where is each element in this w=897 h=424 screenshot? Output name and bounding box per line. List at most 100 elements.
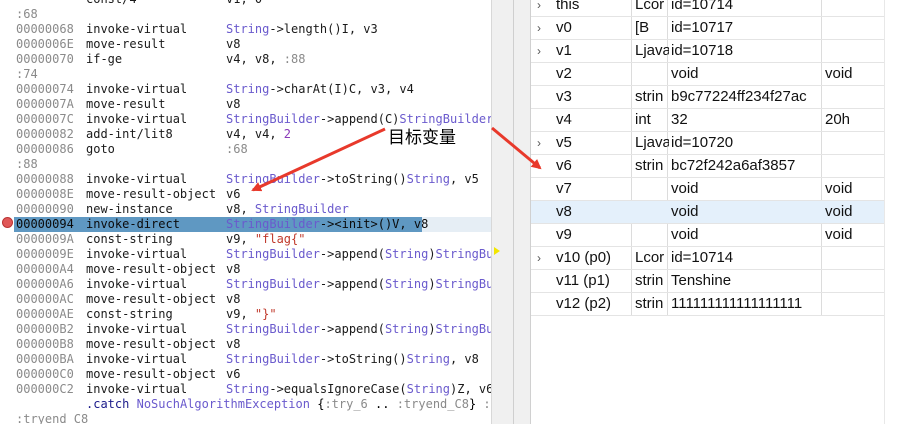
expand-chevron-icon[interactable]: › xyxy=(537,40,549,62)
expand-chevron-icon[interactable]: › xyxy=(537,247,549,269)
code-opcode: invoke-direct xyxy=(86,217,180,231)
variable-row[interactable]: v2 void void xyxy=(531,63,887,86)
variable-row[interactable]: v12 (p2) strin 111111111111111111 xyxy=(531,293,887,316)
code-line[interactable]: 0000007A move-result v8 xyxy=(0,97,491,112)
variable-value: void xyxy=(671,226,699,243)
variable-row[interactable]: › v5 Ljava id=10720 xyxy=(531,132,887,155)
variable-name: v0 xyxy=(556,19,572,36)
variable-row[interactable]: v8 void void xyxy=(531,201,887,224)
code-opcode: invoke-virtual xyxy=(86,322,188,336)
pane-splitter[interactable] xyxy=(491,0,531,424)
code-label-line[interactable]: :74 xyxy=(0,67,491,82)
variable-extra: void xyxy=(825,226,853,243)
code-opcode: new-instance xyxy=(86,202,173,216)
code-opcode: move-result xyxy=(86,37,166,51)
catch-directive: .catch NoSuchAlgorithmException {:try_6 … xyxy=(86,397,491,411)
code-operands: v8 xyxy=(226,97,241,111)
variable-type: Lcor xyxy=(635,0,665,13)
variable-row[interactable]: v3 strin b9c77224ff234f27ac xyxy=(531,86,887,109)
code-line[interactable]: 00000090 new-instance v8, StringBuilder xyxy=(0,202,491,217)
variable-name: v6 xyxy=(556,157,572,174)
variable-name: v8 xyxy=(556,203,572,220)
code-address: 000000BA xyxy=(16,352,74,366)
code-line[interactable]: 000000AE const-string v9, "}" xyxy=(0,307,491,322)
breakpoint-icon[interactable] xyxy=(2,217,13,228)
code-line[interactable]: 000000A4 move-result-object v8 xyxy=(0,262,491,277)
code-line[interactable]: 0000009A const-string v9, "flag{" xyxy=(0,232,491,247)
code-line[interactable]: 00000088 invoke-virtual StringBuilder->toS… xyxy=(0,172,491,187)
code-opcode: invoke-virtual xyxy=(86,82,188,96)
code-line[interactable]: 00000070 if-ge v4, v8, :88 xyxy=(0,52,491,67)
code-operands: StringBuilder->append(String)StringBui xyxy=(226,277,491,291)
code-line[interactable]: 00000068 invoke-virtual String->length()I,… xyxy=(0,22,491,37)
disassembly-view[interactable]: const/4v1, 0:6800000068invoke-virtualStr… xyxy=(0,0,491,424)
code-line[interactable]: 000000C2 invoke-virtual String->equalsIgno… xyxy=(0,382,491,397)
variables-scrollbar[interactable] xyxy=(884,0,897,424)
code-line[interactable]: 0000006E move-result v8 xyxy=(0,37,491,52)
variable-row[interactable]: v9 void void xyxy=(531,224,887,247)
selection-highlight-tail xyxy=(422,217,491,232)
code-line[interactable]: 000000AC move-result-object v8 xyxy=(0,292,491,307)
code-line[interactable]: 00000094 invoke-direct StringBuilder-><ini… xyxy=(0,217,491,232)
code-operands: :68 xyxy=(226,142,248,156)
code-address: 00000070 xyxy=(16,52,74,66)
variable-row[interactable]: v11 (p1) strin Tenshine xyxy=(531,270,887,293)
code-operands: StringBuilder-><init>()V, v8 xyxy=(226,217,429,231)
code-label-line[interactable]: :68 xyxy=(0,7,491,22)
code-address: 0000009E xyxy=(16,247,74,261)
code-opcode: move-result-object xyxy=(86,337,217,351)
variable-row[interactable]: v4 int 32 20h xyxy=(531,109,887,132)
variable-row[interactable]: v7 void void xyxy=(531,178,887,201)
code-line[interactable]: 000000A6 invoke-virtual StringBuilder->app… xyxy=(0,277,491,292)
expand-chevron-icon[interactable]: › xyxy=(537,132,549,154)
code-label-line[interactable]: :tryend_C8 xyxy=(0,412,491,424)
variables-view: › this Lcor id=10714 › v0 [B id=10717 › v1 Ljava id… xyxy=(531,0,897,424)
variable-value: void xyxy=(671,65,699,82)
variable-name: v12 (p2) xyxy=(556,295,612,312)
variable-name: v11 (p1) xyxy=(556,272,610,289)
code-line[interactable]: 000000BA invoke-virtual StringBuilder->toS… xyxy=(0,352,491,367)
code-line[interactable]: 000000B8 move-result-object v8 xyxy=(0,337,491,352)
code-line[interactable]: 000000B2 invoke-virtual StringBuilder->app… xyxy=(0,322,491,337)
code-line[interactable]: 0000008E move-result-object v6 xyxy=(0,187,491,202)
code-line[interactable]: .catch NoSuchAlgorithmException {:try_6 … xyxy=(0,397,491,412)
code-address: 00000074 xyxy=(16,82,74,96)
variable-type: int xyxy=(635,111,651,128)
code-operands: String->length()I, v3 xyxy=(226,22,378,36)
code-line[interactable]: 0000009E invoke-virtual StringBuilder->app… xyxy=(0,247,491,262)
code-line[interactable]: 00000074 invoke-virtual String->charAt(I)C… xyxy=(0,82,491,97)
expand-chevron-icon[interactable]: › xyxy=(537,17,549,39)
code-label: :68 xyxy=(16,7,38,21)
variable-row[interactable]: › this Lcor id=10714 xyxy=(531,0,887,17)
variable-row[interactable]: v6 strin bc72f242a6af3857 xyxy=(531,155,887,178)
variable-type: strin xyxy=(635,295,664,312)
code-opcode: add-int/lit8 xyxy=(86,127,173,141)
code-line[interactable]: 000000C0 move-result-object v6 xyxy=(0,367,491,382)
code-operands: v4, v8, :88 xyxy=(226,52,306,66)
code-operands: v1, 0 xyxy=(226,0,262,7)
variable-name: v1 xyxy=(556,42,572,59)
code-label-line[interactable]: :88 xyxy=(0,157,491,172)
code-line[interactable]: const/4 v1, 0 xyxy=(0,0,491,7)
code-address: 0000007A xyxy=(16,97,74,111)
expand-chevron-icon[interactable]: › xyxy=(537,0,549,16)
code-address: 000000C2 xyxy=(16,382,74,396)
code-operands: String->charAt(I)C, v3, v4 xyxy=(226,82,414,96)
variable-row[interactable]: › v0 [B id=10717 xyxy=(531,17,887,40)
code-operands: StringBuilder->toString()String, v5 xyxy=(226,172,479,186)
code-label: :tryend_C8 xyxy=(16,412,89,424)
variable-row[interactable]: › v10 (p0) Lcor id=10714 xyxy=(531,247,887,270)
code-opcode: const-string xyxy=(86,232,173,246)
variable-type: Ljava xyxy=(635,134,669,151)
code-operands: v8 xyxy=(226,337,241,351)
code-label: :88 xyxy=(16,157,38,171)
code-operands: v6 xyxy=(226,187,241,201)
variable-row[interactable]: › v1 Ljava id=10718 xyxy=(531,40,887,63)
variable-name: v10 (p0) xyxy=(556,249,612,266)
code-operands: v9, "flag{" xyxy=(226,232,306,246)
variable-value: bc72f242a6af3857 xyxy=(671,157,796,174)
variable-type: strin xyxy=(635,272,664,289)
variable-value: id=10720 xyxy=(671,134,734,151)
variable-value: 111111111111111111 xyxy=(671,295,803,312)
code-address: 0000008E xyxy=(16,187,74,201)
